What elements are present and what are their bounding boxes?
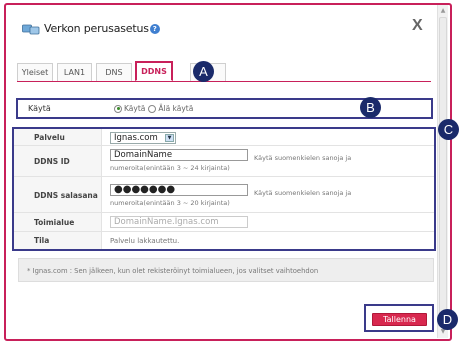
enable-label: Käytä: [28, 104, 51, 113]
ddns-id-row: DDNS ID DomainName numeroita(enintään 3 …: [14, 146, 434, 177]
enable-off-label[interactable]: Älä käytä: [158, 104, 193, 113]
info-panel: * Ignas.com : Sen jälkeen, kun olet reki…: [18, 258, 434, 282]
domain-input: DomainName.Ignas.com: [110, 216, 248, 228]
enable-radio-group: Käytä Älä käytä: [114, 104, 193, 113]
password-label: DDNS salasana: [34, 191, 98, 200]
vertical-scrollbar[interactable]: ▲ ▼: [437, 5, 448, 338]
info-text: * Ignas.com : Sen jälkeen, kun olet reki…: [27, 267, 319, 275]
save-button[interactable]: Tallenna: [372, 313, 427, 326]
tab-yleiset[interactable]: Yleiset: [17, 63, 53, 81]
annotation-badge-d: D: [437, 309, 458, 330]
close-button[interactable]: X: [412, 17, 423, 35]
dialog-title: Verkon perusasetus: [44, 22, 149, 35]
scroll-up-icon[interactable]: ▲: [439, 7, 447, 15]
enable-off-radio[interactable]: [148, 104, 157, 113]
password-hint-2: numeroita(enintään 3 ~ 20 kirjainta): [110, 199, 230, 207]
service-label: Palvelu: [34, 133, 65, 142]
annotation-badge-c: C: [438, 119, 459, 140]
password-row: DDNS salasana ●●●●●●● numeroita(enintään…: [14, 177, 434, 213]
annotation-badge-a: A: [193, 61, 214, 82]
enable-on-radio[interactable]: [114, 104, 122, 113]
chevron-down-icon[interactable]: ▼: [165, 134, 174, 142]
status-row: Tila Palvelu lakkautettu.: [14, 232, 434, 249]
domain-label: Toimialue: [34, 218, 75, 227]
network-icon: [22, 24, 40, 34]
ddns-settings-table: Palvelu Ignas.com ▼ DDNS ID DomainName n…: [12, 127, 436, 251]
status-value: Palvelu lakkautettu.: [110, 237, 180, 245]
dialog-header: Verkon perusasetus ?: [22, 22, 160, 35]
tab-bar: Yleiset LAN1 DNS DDNS ...: [17, 61, 431, 82]
ddns-id-hint-1: Käytä suomenkielen sanoja ja: [254, 154, 352, 162]
tab-lan1[interactable]: LAN1: [57, 63, 92, 81]
service-value: Ignas.com: [114, 133, 158, 143]
domain-row: Toimialue DomainName.Ignas.com: [14, 213, 434, 232]
scroll-thumb[interactable]: [439, 17, 447, 327]
annotation-badge-b: B: [360, 97, 381, 118]
status-label: Tila: [34, 236, 50, 245]
apply-section: Tallenna: [364, 304, 434, 332]
tab-dns[interactable]: DNS: [96, 63, 132, 81]
ddns-id-label: DDNS ID: [34, 157, 70, 166]
help-icon[interactable]: ?: [149, 23, 160, 34]
ddns-id-input[interactable]: DomainName: [110, 149, 248, 161]
password-input[interactable]: ●●●●●●●: [110, 184, 248, 196]
tab-ddns[interactable]: DDNS: [135, 61, 173, 81]
enable-on-label[interactable]: Käytä: [124, 104, 145, 113]
password-hint-1: Käytä suomenkielen sanoja ja: [254, 189, 352, 197]
ddns-id-hint-2: numeroita(enintään 3 ~ 24 kirjainta): [110, 164, 230, 172]
service-select[interactable]: Ignas.com ▼: [110, 132, 176, 144]
service-row: Palvelu Ignas.com ▼: [14, 129, 434, 146]
